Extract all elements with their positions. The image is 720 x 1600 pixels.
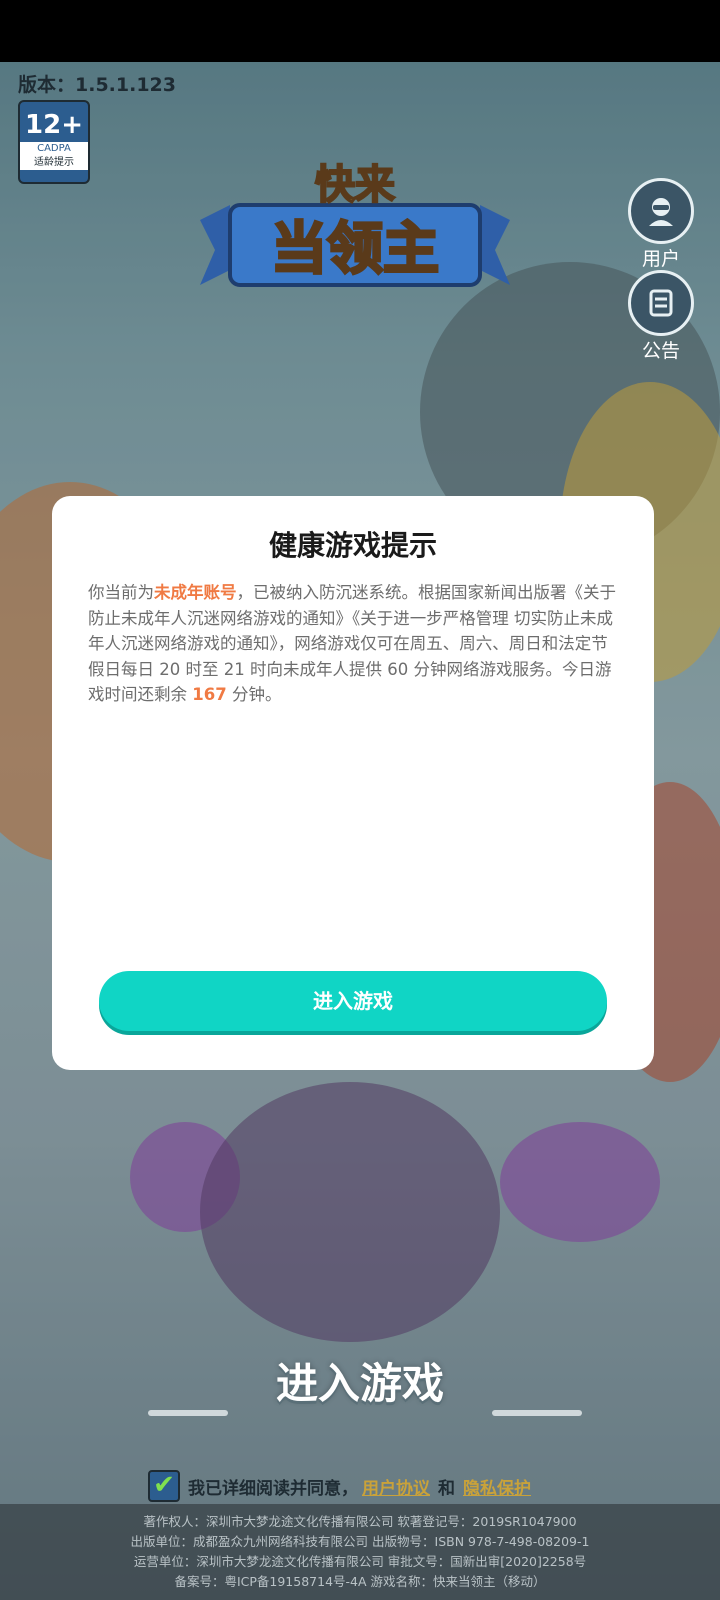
age-rating: 12+ — [25, 110, 83, 140]
notice-label: 公告 — [641, 340, 680, 362]
agreement-text: 我已详细阅读并同意， — [188, 1478, 358, 1499]
age-rating-badge: 12+ CADPA 适龄提示 — [18, 100, 90, 184]
version-label: 版本：1.5.1.123 — [18, 74, 176, 96]
notice-button[interactable]: 公告 — [626, 270, 696, 363]
body-post: 分钟。 — [226, 685, 282, 704]
footer-line2: 出版单位：成都盈众九州网络科技有限公司 出版物号：ISBN 978-7-498-… — [130, 1534, 590, 1549]
notice-icon — [628, 270, 694, 336]
game-logo: 快来 当领主 — [200, 161, 510, 287]
agreement-and: 和 — [438, 1478, 455, 1499]
health-notice-dialog: 健康游戏提示 你当前为未成年账号，已被纳入防沉迷系统。根据国家新闻出版署《关于防… — [52, 496, 654, 1070]
left-deco-line — [148, 1410, 228, 1416]
footer-line4: 备案号：粤ICP备19158714号-4A 游戏名称：快来当领主（移动） — [174, 1574, 546, 1589]
logo-line2: 当领主 — [271, 217, 439, 282]
logo-line1: 快来 — [315, 162, 395, 208]
copyright-footer: 著作权人：深圳市大梦龙途文化传播有限公司 软著登记号：2019SR1047900… — [0, 1504, 720, 1600]
user-label: 用户 — [641, 248, 680, 270]
status-bar — [0, 0, 720, 62]
footer-line3: 运营单位：深圳市大梦龙途文化传播有限公司 审批文号：国新出审[2020]2258… — [133, 1554, 587, 1569]
dialog-body: 你当前为未成年账号，已被纳入防沉迷系统。根据国家新闻出版署《关于防止未成年人沉迷… — [88, 580, 618, 708]
user-button[interactable]: 用户 — [626, 178, 696, 271]
privacy-policy-link[interactable]: 隐私保护 — [463, 1474, 531, 1499]
age-tip: 适龄提示 — [20, 156, 88, 170]
user-icon — [628, 178, 694, 244]
remaining-minutes: 167 — [192, 685, 227, 704]
footer-line1: 著作权人：深圳市大梦龙途文化传播有限公司 软著登记号：2019SR1047900 — [143, 1514, 577, 1529]
main-enter-game-label[interactable]: 进入游戏 — [0, 1350, 720, 1411]
age-org: CADPA — [20, 142, 88, 156]
dialog-title: 健康游戏提示 — [268, 529, 437, 562]
right-deco-line — [492, 1410, 582, 1416]
minor-account-highlight: 未成年账号 — [154, 583, 237, 602]
enter-game-button[interactable]: 进入游戏 — [99, 971, 607, 1031]
agree-checkbox[interactable]: ✔ — [148, 1470, 180, 1502]
user-agreement-link[interactable]: 用户协议 — [362, 1474, 430, 1499]
agreement-row: ✔ 我已详细阅读并同意， 用户协议 和 隐私保护 — [148, 1470, 535, 1502]
body-pre: 你当前为 — [88, 583, 154, 602]
